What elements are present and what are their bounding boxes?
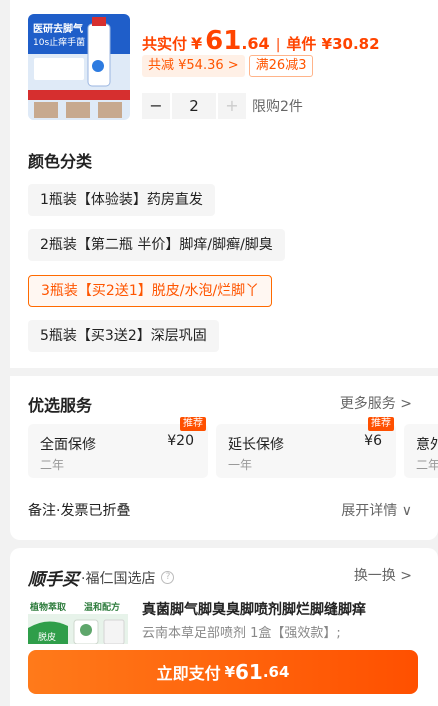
service-card-extended-warranty[interactable]: 延长保修 一年 ¥6 推荐 (216, 417, 396, 478)
service-name: 意外 (416, 437, 438, 453)
swap-button[interactable]: 换一换 > (354, 565, 412, 585)
decrement-button[interactable]: − (142, 93, 170, 119)
quantity-stepper: − 2 + 限购2件 (142, 93, 303, 119)
price-currency: ¥ (191, 34, 203, 53)
thumb-text-1: 医研去脚气 (33, 24, 83, 35)
color-option-3[interactable]: 3瓶装【买2送1】脱皮/水泡/烂脚丫 (28, 275, 273, 307)
price-label: 共实付 (142, 35, 188, 53)
color-option-2[interactable]: 2瓶装【第二瓶 半价】脚痒/脚癣/脚臭 (28, 229, 285, 261)
tag-plant-extract: 植物萃取 (30, 603, 67, 613)
service-section-title: 优选服务 (28, 396, 93, 415)
service-term: 二年 (40, 458, 65, 472)
help-icon[interactable]: ? (161, 571, 175, 584)
price-decimal: .64 (241, 34, 270, 53)
recommend-thumbnail[interactable]: 植物萃取 温和配方 脱皮 (28, 598, 128, 644)
brand-logo: 顺手买 (28, 570, 79, 590)
service-term: 二年 (416, 458, 438, 472)
promo-row: 共减 ¥54.36 > 满26减3 (142, 55, 314, 77)
more-services-link[interactable]: 更多服务 > (340, 393, 412, 413)
service-card-full-warranty[interactable]: 全面保修 二年 ¥20 推荐 (28, 417, 208, 478)
tag-gentle-formula: 温和配方 (84, 603, 121, 613)
recommend-subtitle: 云南本草足部喷剂 1盒【强效款】; (142, 626, 341, 641)
recommend-badge: 推荐 (180, 417, 206, 431)
pay-label: 立即支付 (156, 664, 221, 683)
thumb-text-2: 10s止痒手菌 (33, 38, 86, 48)
color-section-title: 颜色分类 (28, 152, 93, 171)
unit-price: 单件 ¥30.82 (286, 35, 380, 53)
increment-button[interactable]: + (218, 93, 246, 119)
note-invoice-label: 备注·发票已折叠 (28, 503, 131, 519)
service-price: ¥6 (364, 433, 382, 449)
pay-currency: ¥ (224, 663, 236, 681)
color-option-4[interactable]: 5瓶装【买3送2】深层巩固 (28, 320, 219, 352)
price-integer: 61 (205, 26, 242, 56)
price-row: 共实付 ¥ 61 .64 | 单件 ¥30.82 (142, 26, 380, 56)
pay-decimal: .64 (262, 663, 290, 681)
service-card-accident[interactable]: 意外 二年 (404, 424, 438, 478)
recommend-brand: 顺手买 ·福仁国选店 ? (28, 565, 175, 590)
section-divider (10, 368, 438, 376)
discount-tag[interactable]: 共减 ¥54.36 > (142, 55, 245, 77)
tag-peeling: 脱皮 (38, 633, 57, 643)
pay-integer: 61 (235, 660, 263, 684)
purchase-limit: 限购2件 (252, 99, 303, 115)
service-name: 延长保修 (228, 437, 284, 453)
coupon-tag: 满26减3 (248, 55, 314, 77)
store-name[interactable]: ·福仁国选店 (81, 568, 155, 588)
quantity-value[interactable]: 2 (172, 93, 216, 119)
price-separator: | (275, 37, 281, 53)
expand-details-link[interactable]: 展开详情 ∨ (341, 500, 412, 520)
product-thumbnail[interactable]: 医研去脚气 10s止痒手菌 (28, 14, 130, 120)
color-option-1[interactable]: 1瓶装【体验装】药房直发 (28, 184, 215, 216)
pay-now-button[interactable]: 立即支付 ¥ 61 .64 (28, 650, 418, 694)
service-price: ¥20 (167, 433, 194, 449)
service-name: 全面保修 (40, 437, 96, 453)
service-term: 一年 (228, 458, 253, 472)
recommend-title[interactable]: 真菌脚气脚臭臭脚喷剂脚烂脚缝脚痒 (142, 599, 366, 619)
recommend-badge: 推荐 (368, 417, 394, 431)
